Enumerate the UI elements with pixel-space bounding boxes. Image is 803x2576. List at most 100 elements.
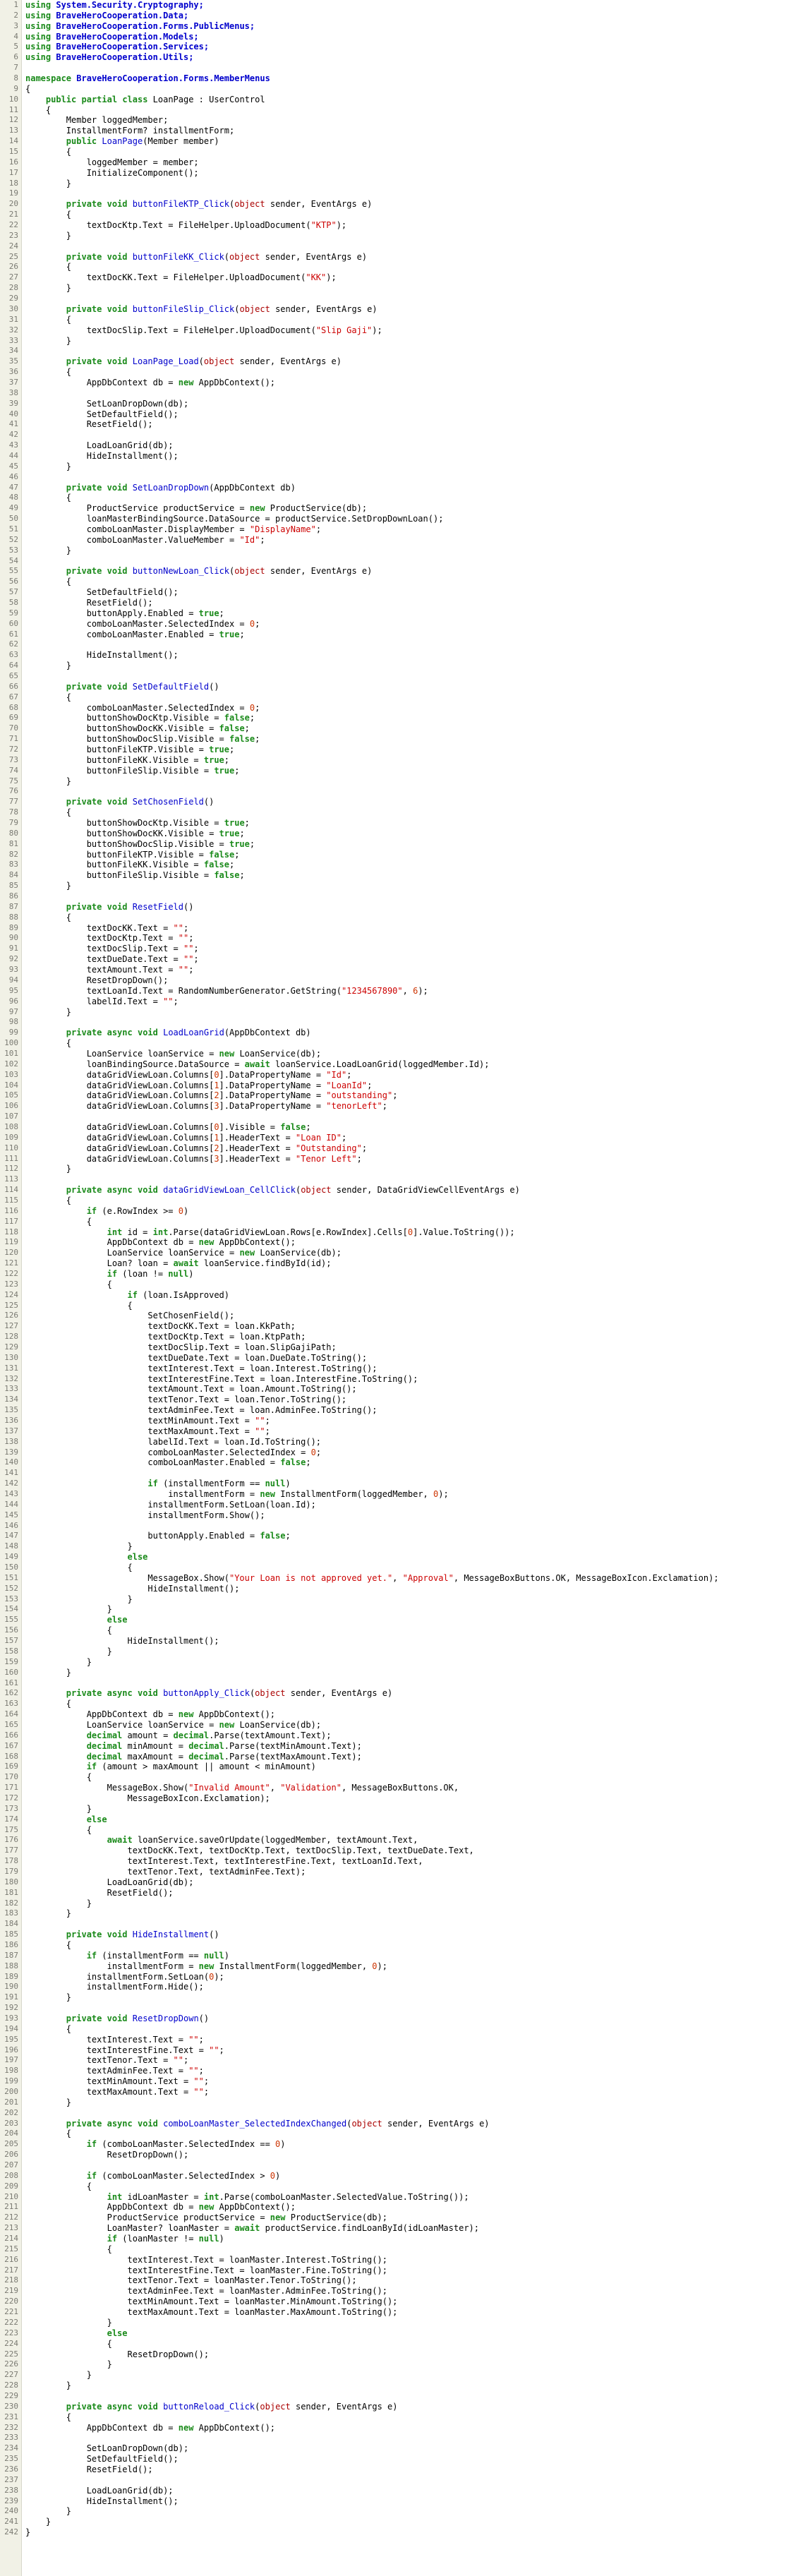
code-line[interactable]: 45 } [0,462,803,472]
code-line[interactable]: 15 { [0,147,803,157]
code-line[interactable]: 105 dataGridViewLoan.Columns[2].DataProp… [0,1090,803,1101]
code-line[interactable]: 144 installmentForm.SetLoan(loan.Id); [0,1500,803,1510]
code-line[interactable]: 40 SetDefaultField(); [0,409,803,420]
code-line[interactable]: 214 if (loanMaster != null) [0,2234,803,2244]
code-line[interactable]: 159 } [0,1657,803,1668]
code-line[interactable]: 207 [0,2160,803,2171]
code-line[interactable]: 180 LoadLoanGrid(db); [0,1877,803,1888]
code-line[interactable]: 197 textTenor.Text = ""; [0,2055,803,2066]
code-line[interactable]: 179 textTenor.Text, textAdminFee.Text); [0,1867,803,1877]
code-line[interactable]: 71 buttonShowDocSlip.Visible = false; [0,734,803,745]
code-line[interactable]: 84 buttonFileSlip.Visible = false; [0,870,803,881]
code-line[interactable]: 131 textInterest.Text = loan.Interest.To… [0,1364,803,1374]
code-line[interactable]: 75 } [0,776,803,787]
code-line[interactable]: 62 [0,639,803,650]
code-line[interactable]: 188 installmentForm = new InstallmentFor… [0,1961,803,1972]
code-line[interactable]: 115 { [0,1196,803,1206]
code-line[interactable]: 164 AppDbContext db = new AppDbContext()… [0,1709,803,1720]
code-line[interactable]: 21 { [0,210,803,220]
code-line[interactable]: 125 { [0,1301,803,1311]
code-line[interactable]: 133 textAmount.Text = loan.Amount.ToStri… [0,1384,803,1395]
code-line[interactable]: 143 installmentForm = new InstallmentFor… [0,1489,803,1500]
code-line[interactable]: 201 } [0,2097,803,2108]
code-line[interactable]: 217 textInterestFine.Text = loanMaster.F… [0,2265,803,2276]
code-line[interactable]: 53 } [0,546,803,556]
code-line[interactable]: 79 buttonShowDocKtp.Visible = true; [0,818,803,829]
code-line[interactable]: 228 } [0,2381,803,2391]
code-line[interactable]: 103 dataGridViewLoan.Columns[0].DataProp… [0,1070,803,1081]
code-line[interactable]: 17 InitializeComponent(); [0,168,803,179]
code-line[interactable]: 229 [0,2391,803,2402]
code-line[interactable]: 37 AppDbContext db = new AppDbContext(); [0,378,803,388]
code-line[interactable]: 134 textTenor.Text = loan.Tenor.ToString… [0,1395,803,1405]
code-line[interactable]: 165 LoanService loanService = new LoanSe… [0,1720,803,1731]
code-line[interactable]: 232 AppDbContext db = new AppDbContext()… [0,2423,803,2433]
code-line[interactable]: 107 [0,1112,803,1122]
code-line[interactable]: 187 if (installmentForm == null) [0,1951,803,1961]
code-line[interactable]: 2 using BraveHeroCooperation.Data; [0,11,803,21]
code-line[interactable]: 42 [0,430,803,440]
code-line[interactable]: 60 comboLoanMaster.SelectedIndex = 0; [0,619,803,630]
code-line[interactable]: 10 public partial class LoanPage : UserC… [0,95,803,105]
code-line[interactable]: 7 [0,63,803,73]
code-line[interactable]: 170 { [0,1772,803,1783]
code-line[interactable]: 101 LoanService loanService = new LoanSe… [0,1049,803,1059]
code-line[interactable]: 120 LoanService loanService = new LoanSe… [0,1248,803,1258]
code-line[interactable]: 206 ResetDropDown(); [0,2150,803,2160]
code-line[interactable]: 241 } [0,2517,803,2527]
code-line[interactable]: 76 [0,786,803,797]
code-line[interactable]: 230 private async void buttonReload_Clic… [0,2402,803,2412]
code-line[interactable]: 150 { [0,1563,803,1573]
code-line[interactable]: 106 dataGridViewLoan.Columns[3].DataProp… [0,1101,803,1112]
code-line[interactable]: 20 private void buttonFileKTP_Click(obje… [0,199,803,210]
code-line[interactable]: 94 ResetDropDown(); [0,975,803,986]
code-line[interactable]: 220 textMinAmount.Text = loanMaster.MinA… [0,2297,803,2307]
code-line[interactable]: 16 loggedMember = member; [0,157,803,168]
code-line[interactable]: 218 textTenor.Text = loanMaster.Tenor.To… [0,2275,803,2286]
code-line[interactable]: 29 [0,294,803,304]
code-line[interactable]: 117 { [0,1217,803,1227]
code-line[interactable]: 136 textMinAmount.Text = ""; [0,1416,803,1426]
code-line[interactable]: 135 textAdminFee.Text = loan.AdminFee.To… [0,1405,803,1416]
code-line[interactable]: 240 } [0,2506,803,2517]
code-line[interactable]: 86 [0,891,803,902]
code-line[interactable]: 209 { [0,2181,803,2192]
code-line[interactable]: 162 private async void buttonApply_Click… [0,1688,803,1699]
code-line[interactable]: 51 comboLoanMaster.DisplayMember = "Disp… [0,524,803,535]
code-line[interactable]: 52 comboLoanMaster.ValueMember = "Id"; [0,535,803,546]
code-line[interactable]: 193 private void ResetDropDown() [0,2014,803,2024]
code-line[interactable]: 35 private void LoanPage_Load(object sen… [0,356,803,367]
code-line[interactable]: 99 private async void LoadLoanGrid(AppDb… [0,1028,803,1038]
code-line[interactable]: 33 } [0,336,803,347]
code-line[interactable]: 57 SetDefaultField(); [0,587,803,598]
code-line[interactable]: 171 MessageBox.Show("Invalid Amount", "V… [0,1783,803,1793]
code-line[interactable]: 73 buttonFileKK.Visible = true; [0,755,803,766]
code-line[interactable]: 50 loanMasterBindingSource.DataSource = … [0,514,803,524]
code-line[interactable]: 12 Member loggedMember; [0,115,803,126]
code-line[interactable]: 108 dataGridViewLoan.Columns[0].Visible … [0,1122,803,1133]
code-line[interactable]: 39 SetLoanDropDown(db); [0,399,803,409]
code-line[interactable]: 172 MessageBoxIcon.Exclamation); [0,1793,803,1804]
code-line[interactable]: 32 textDocSlip.Text = FileHelper.UploadD… [0,325,803,336]
code-line[interactable]: 102 loanBindingSource.DataSource = await… [0,1059,803,1070]
code-line[interactable]: 41 ResetField(); [0,419,803,430]
code-line[interactable]: 156 { [0,1625,803,1636]
code-line[interactable]: 30 private void buttonFileSlip_Click(obj… [0,304,803,315]
code-line[interactable]: 55 private void buttonNewLoan_Click(obje… [0,566,803,577]
code-line[interactable]: 223 else [0,2328,803,2339]
code-line[interactable]: 3 using BraveHeroCooperation.Forms.Public… [0,21,803,32]
code-line[interactable]: 178 textInterest.Text, textInterestFine.… [0,1856,803,1867]
code-line[interactable]: 186 { [0,1940,803,1951]
code-line[interactable]: 147 buttonApply.Enabled = false; [0,1531,803,1541]
code-line[interactable]: 56 { [0,577,803,587]
code-line[interactable]: 203 private async void comboLoanMaster_S… [0,2119,803,2129]
code-line[interactable]: 192 [0,2003,803,2014]
code-line[interactable]: 226 } [0,2359,803,2370]
code-line[interactable]: 185 private void HideInstallment() [0,1930,803,1940]
code-line[interactable]: 116 if (e.RowIndex >= 0) [0,1206,803,1217]
code-line[interactable]: 100 { [0,1038,803,1049]
code-line[interactable]: 194 { [0,2024,803,2035]
code-line[interactable]: 31 { [0,315,803,325]
code-line[interactable]: 89 textDocKK.Text = ""; [0,923,803,934]
code-line[interactable]: 129 textDocSlip.Text = loan.SlipGajiPath… [0,1342,803,1353]
